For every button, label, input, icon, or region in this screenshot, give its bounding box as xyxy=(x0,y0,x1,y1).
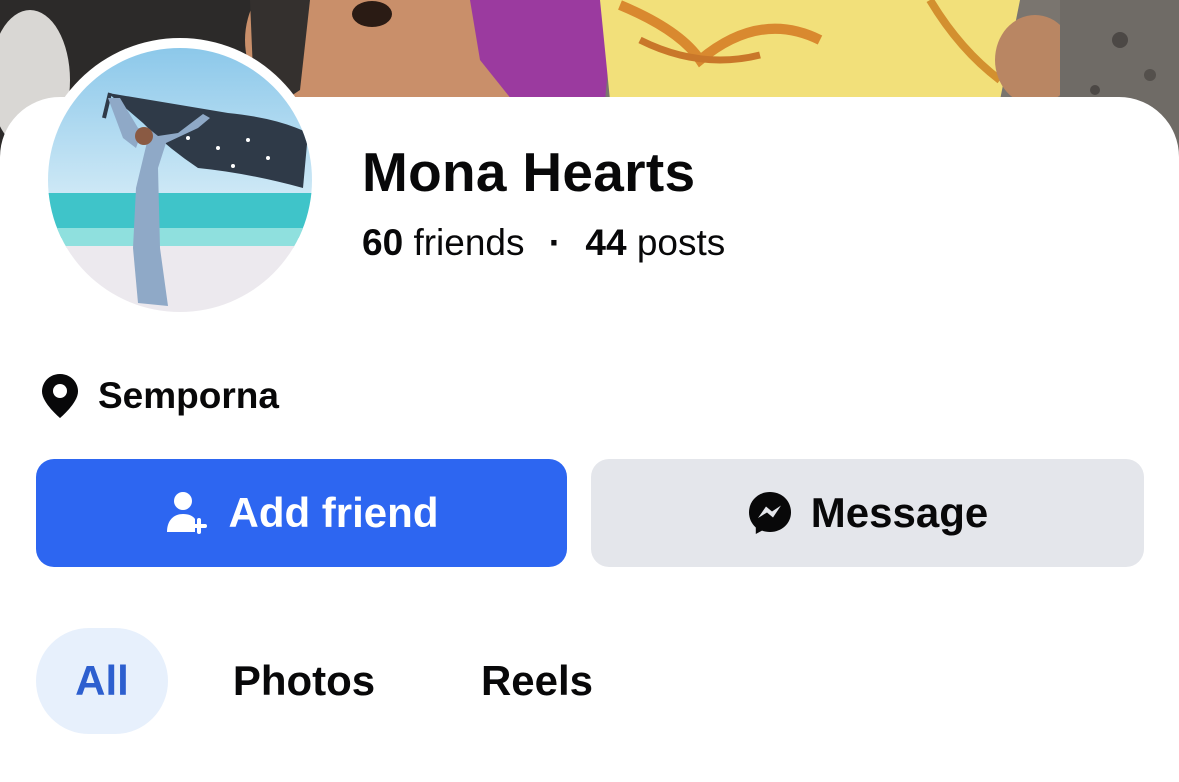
posts-label: posts xyxy=(636,222,726,263)
profile-stats: 60 friends · 44 posts xyxy=(362,222,725,264)
messenger-icon xyxy=(748,492,791,534)
message-button[interactable]: Message xyxy=(591,459,1144,567)
location-row: Semporna xyxy=(40,372,279,420)
stats-separator: · xyxy=(548,222,562,263)
tab-photos[interactable]: Photos xyxy=(212,628,396,734)
friends-label[interactable]: friends xyxy=(413,222,524,263)
location-pin-icon xyxy=(42,374,78,418)
profile-avatar[interactable] xyxy=(38,38,322,322)
profile-name: Mona Hearts xyxy=(362,141,696,203)
message-label: Message xyxy=(810,489,989,536)
location-text: Semporna xyxy=(98,375,279,416)
add-person-icon xyxy=(166,492,207,534)
add-friend-button[interactable]: Add friend xyxy=(36,459,567,567)
tab-reels[interactable]: Reels xyxy=(462,628,612,734)
friends-count[interactable]: 60 xyxy=(362,222,403,263)
add-friend-label: Add friend xyxy=(228,489,439,536)
tab-all[interactable]: All xyxy=(36,628,168,734)
posts-count: 44 xyxy=(585,222,627,263)
profile-page: Mona Hearts 60 friends · 44 posts Sempor… xyxy=(0,0,1179,782)
